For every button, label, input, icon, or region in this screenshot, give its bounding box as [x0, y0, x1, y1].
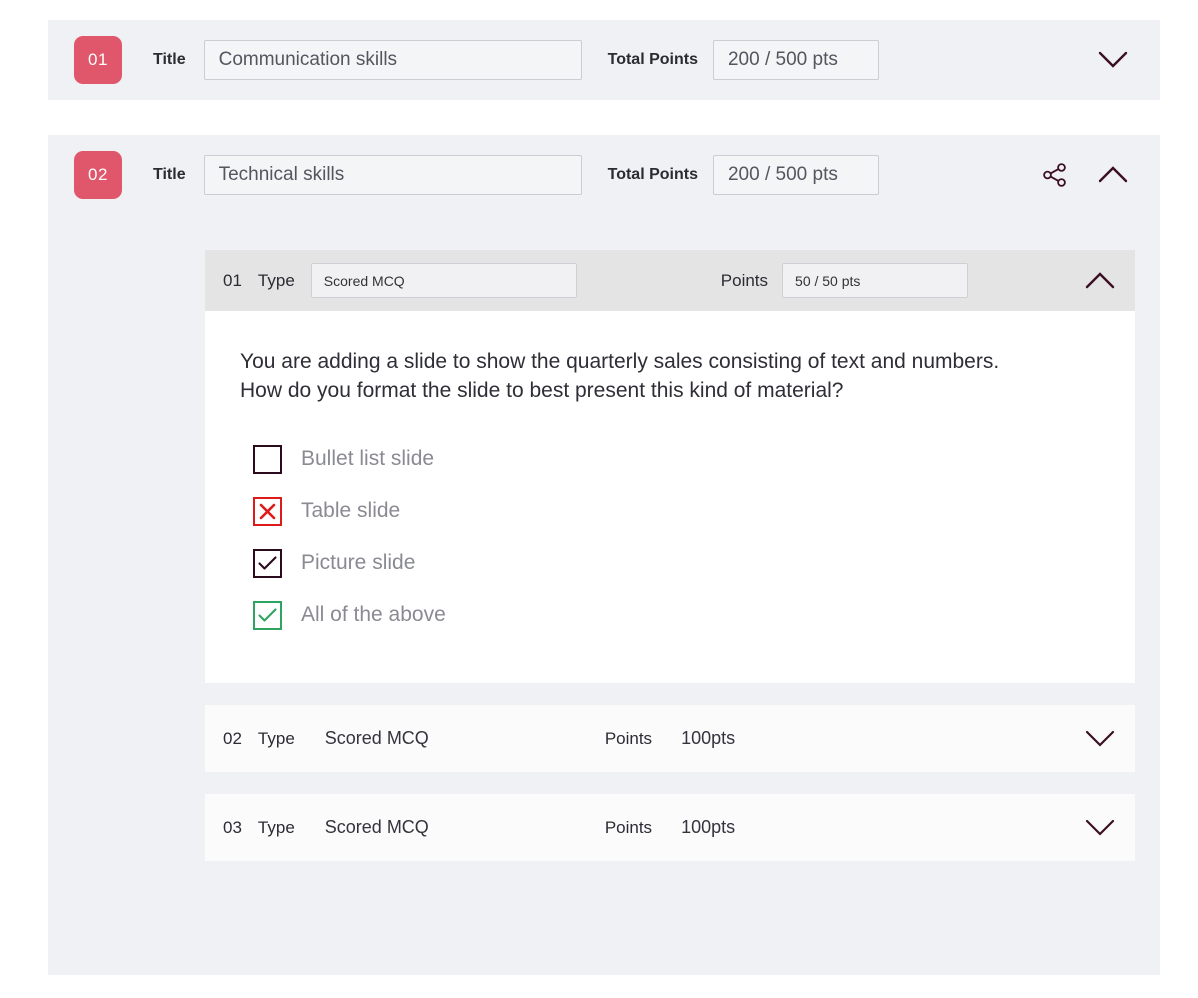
share-icon[interactable] [1038, 158, 1072, 192]
question-header-03[interactable]: 03 Type Scored MCQ Points 100pts [205, 794, 1135, 861]
checkbox-cross-icon[interactable] [253, 496, 282, 526]
section-total-points-label: Total Points [607, 51, 698, 68]
question-points-label: Points [604, 817, 653, 837]
section-total-points-input[interactable]: 200 / 500 pts [712, 155, 879, 195]
question-type-label: Type [257, 817, 295, 837]
question-type-value: Scored MCQ [324, 817, 429, 837]
section-title-label: Title [153, 51, 186, 68]
checkbox-correct-icon[interactable] [253, 600, 282, 630]
section-header-02[interactable]: 02 Title Technical skills Total Points 2… [48, 135, 1160, 215]
question-points-value: 100pts [681, 817, 736, 837]
question-card-01: 01 Type Scored MCQ Points 50 / 50 pts Yo… [205, 250, 1135, 683]
section-number-badge: 01 [74, 36, 122, 84]
section-card-02: 02 Title Technical skills Total Points 2… [48, 135, 1160, 975]
question-list: 01 Type Scored MCQ Points 50 / 50 pts Yo… [205, 250, 1135, 883]
section-header-01[interactable]: 01 Title Communication skills Total Poin… [48, 20, 1160, 100]
question-points-input[interactable]: 50 / 50 pts [782, 263, 969, 298]
question-type-input[interactable]: Scored MCQ [310, 263, 577, 298]
option-label: Table slide [301, 499, 401, 522]
question-header-02[interactable]: 02 Type Scored MCQ Points 100pts [205, 705, 1135, 772]
question-prompt: You are adding a slide to show the quart… [240, 350, 1000, 402]
question-number: 02 [223, 728, 242, 748]
section-total-points-label: Total Points [607, 166, 698, 183]
chevron-up-icon[interactable] [1096, 158, 1130, 192]
question-points-value: 100pts [681, 728, 736, 748]
option-label: All of the above [301, 603, 446, 626]
section-number-badge: 02 [74, 151, 122, 199]
checkbox-checked-icon[interactable] [253, 548, 282, 578]
section-title-input[interactable]: Communication skills [203, 40, 582, 80]
question-type-value: Scored MCQ [324, 728, 429, 748]
option-row[interactable]: All of the above [240, 589, 1095, 641]
option-label: Picture slide [301, 551, 416, 574]
chevron-down-icon[interactable] [1083, 811, 1117, 845]
question-type-label: Type [257, 270, 295, 290]
question-points-label: Points [720, 270, 769, 290]
question-card-02: 02 Type Scored MCQ Points 100pts [205, 705, 1135, 772]
option-row[interactable]: Picture slide [240, 537, 1095, 589]
question-number: 01 [223, 270, 242, 290]
question-number: 03 [223, 817, 242, 837]
option-label: Bullet list slide [301, 447, 435, 470]
section-title-label: Title [153, 166, 186, 183]
question-body-01: You are adding a slide to show the quart… [205, 311, 1135, 683]
chevron-up-icon[interactable] [1083, 264, 1117, 298]
assessment-builder: 01 Title Communication skills Total Poin… [0, 0, 1198, 998]
option-row[interactable]: Bullet list slide [240, 433, 1095, 485]
section-actions-02 [1038, 135, 1130, 215]
checkbox-empty-icon[interactable] [253, 444, 282, 474]
section-card-01: 01 Title Communication skills Total Poin… [48, 20, 1160, 100]
section-total-points-input[interactable]: 200 / 500 pts [712, 40, 879, 80]
option-row[interactable]: Table slide [240, 485, 1095, 537]
question-header-01[interactable]: 01 Type Scored MCQ Points 50 / 50 pts [205, 250, 1135, 311]
section-title-input[interactable]: Technical skills [203, 155, 582, 195]
section-actions-01 [1096, 20, 1130, 100]
question-card-03: 03 Type Scored MCQ Points 100pts [205, 794, 1135, 861]
chevron-down-icon[interactable] [1096, 43, 1130, 77]
chevron-down-icon[interactable] [1083, 722, 1117, 756]
question-type-label: Type [257, 728, 295, 748]
question-points-label: Points [604, 728, 653, 748]
